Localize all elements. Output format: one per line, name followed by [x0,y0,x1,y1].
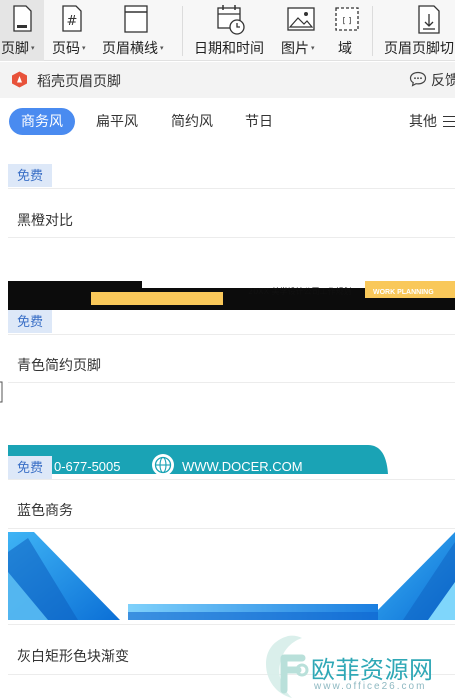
more-label: 其他 [409,113,437,129]
docer-logo-icon [11,71,28,88]
feedback-label: 反馈 [431,72,455,88]
header-footer-switch-label: 页眉页脚切 [384,40,454,56]
feedback-button[interactable]: 反馈 [409,70,455,90]
ribbon-toolbar: 页脚 ▾ # 页码 ▾ 页眉横线 ▾ 日期和时间 图片 ▾ [] 域 页眉页脚… [0,0,455,61]
preview-company-text: 20XX 美学设计公司工作规划 [248,286,352,296]
page-number-button[interactable]: # 页码 ▾ [48,0,94,61]
tab-business[interactable]: 商务风 [9,108,75,135]
field-icon: [ ] [334,4,360,39]
template-title[interactable]: 灰白矩形色块渐变 [17,646,129,666]
template-preview-teal[interactable]: 0-677-5005 WWW.DOCER.COM [8,383,455,474]
free-badge: 免费 [8,310,52,333]
page-number-button-label: 页码 [52,40,80,56]
work-planning-tag: WORK PLANNING [373,289,434,296]
chevron-down-icon: ▾ [82,45,86,52]
toolbar-separator [372,6,373,56]
header-line-button-label: 页眉横线 [102,40,158,56]
picture-button[interactable]: 图片 ▾ [277,0,325,61]
card-divider [8,334,455,335]
template-preview-blue-business[interactable] [8,532,455,620]
header-footer-switch-button[interactable]: 页眉页脚切 [380,0,455,61]
header-line-button[interactable]: 页眉横线 ▾ [98,0,176,61]
free-badge: 免费 [8,456,52,479]
chat-bubble-icon [409,71,431,90]
tab-simple[interactable]: 简约风 [161,108,223,135]
card-divider [8,528,455,529]
footer-button[interactable]: 页脚 ▾ [0,0,44,61]
more-categories-button[interactable]: 其他 [409,108,455,135]
panel-title: 稻壳页眉页脚 [37,73,121,89]
date-time-button[interactable]: 日期和时间 [190,0,272,61]
tab-flat[interactable]: 扁平风 [86,108,148,135]
field-button-label: 域 [338,40,352,56]
header-footer-switch-icon [416,4,442,41]
svg-text:[ ]: [ ] [343,16,352,25]
template-preview-black-orange[interactable]: WORK PLANNING 20XX 美学设计公司工作规划 [8,238,455,310]
chevron-down-icon: ▾ [160,45,164,52]
template-title[interactable]: 蓝色商务 [17,500,73,520]
picture-icon [286,4,316,39]
menu-lines-icon [443,116,455,127]
card-divider [8,479,455,480]
calendar-clock-icon [216,4,246,41]
free-badge: 免费 [8,164,52,187]
svg-text:#: # [67,14,78,29]
header-line-icon [123,4,149,39]
page-number-icon: # [60,4,84,39]
blue-business-footer-graphic [8,532,455,620]
chevron-down-icon: ▾ [311,45,315,52]
card-divider [8,624,455,625]
field-button[interactable]: [ ] 域 [330,0,364,61]
black-orange-footer-graphic: WORK PLANNING 20XX 美学设计公司工作规划 [8,281,455,310]
watermark-logo-icon [258,634,455,700]
template-title[interactable]: 青色简约页脚 [17,355,101,375]
template-title[interactable]: 黑橙对比 [17,210,73,230]
card-divider [8,188,455,189]
date-time-button-label: 日期和时间 [194,40,264,56]
picture-button-label: 图片 [281,40,309,56]
footer-button-label: 页脚 [1,40,29,56]
tab-holiday[interactable]: 节日 [234,108,284,135]
category-tabs: 商务风 扁平风 简约风 节日 [0,108,455,140]
preview-phone-text: 0-677-5005 [54,459,121,474]
page-footer-icon [11,4,33,39]
chevron-down-icon: ▾ [31,45,35,52]
toolbar-separator [182,6,183,56]
left-edge-marker [0,380,3,404]
preview-site-text: WWW.DOCER.COM [182,459,303,474]
